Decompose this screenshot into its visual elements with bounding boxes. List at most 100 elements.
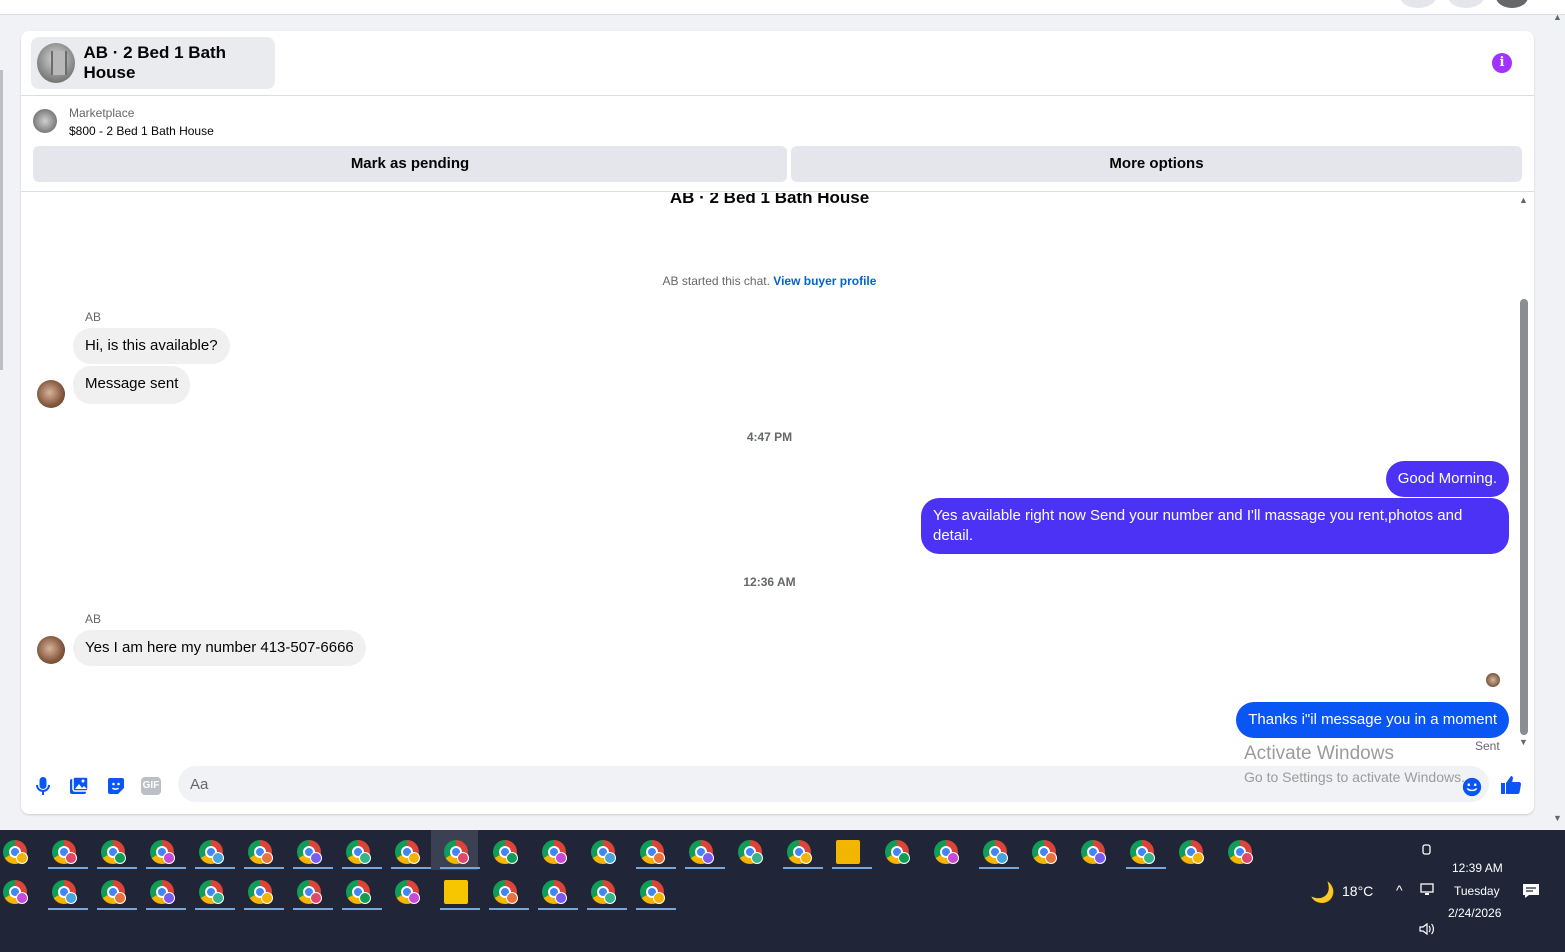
- chat-window: AB · 2 Bed 1 Bath House i Marketplace $8…: [21, 31, 1534, 814]
- chrome-taskbar-icon[interactable]: [493, 880, 518, 904]
- speaker-icon[interactable]: [1418, 922, 1436, 936]
- chrome-taskbar-icon[interactable]: [640, 880, 665, 904]
- top-icon-button[interactable]: [1400, 0, 1436, 8]
- chrome-taskbar-icon[interactable]: [689, 840, 714, 864]
- sender-name: AB: [85, 310, 102, 324]
- chrome-taskbar-icon[interactable]: [199, 880, 224, 904]
- sticky-notes-icon[interactable]: [444, 880, 468, 904]
- chrome-taskbar-icon[interactable]: [3, 840, 28, 864]
- listing-name: $800 - 2 Bed 1 Bath House: [69, 124, 214, 138]
- taskbar-running-indicator: [342, 908, 382, 910]
- top-icon-button[interactable]: [1448, 0, 1484, 8]
- message-thread: AB · 2 Bed 1 Bath House AB started this …: [21, 193, 1534, 763]
- thread-title: AB · 2 Bed 1 Bath House: [669, 193, 870, 207]
- notifications-icon[interactable]: [1522, 883, 1540, 899]
- message-bubble-outgoing[interactable]: Good Morning.: [1385, 461, 1509, 497]
- chrome-taskbar-icon[interactable]: [738, 840, 763, 864]
- taskbar-running-indicator: [636, 908, 676, 910]
- taskbar-running-indicator: [293, 908, 333, 910]
- mark-as-pending-button[interactable]: Mark as pending: [33, 146, 787, 182]
- view-buyer-profile-link[interactable]: View buyer profile: [773, 274, 876, 288]
- chat-started-notice: AB started this chat. View buyer profile: [21, 274, 1518, 288]
- chrome-taskbar-icon[interactable]: [297, 880, 322, 904]
- message-bubble-incoming[interactable]: Message sent: [73, 366, 191, 404]
- message-composer: GIF Activate Windows Go to Settings to a…: [21, 743, 1534, 814]
- taskbar-running-indicator: [146, 867, 186, 869]
- chrome-taskbar-icon[interactable]: [542, 880, 567, 904]
- taskbar-running-indicator: [832, 867, 872, 869]
- taskbar-running-indicator: [342, 867, 382, 869]
- chrome-taskbar-icon[interactable]: [150, 840, 175, 864]
- sender-avatar[interactable]: [37, 380, 65, 408]
- chrome-taskbar-icon[interactable]: [542, 840, 567, 864]
- chrome-taskbar-icon[interactable]: [52, 840, 77, 864]
- chrome-taskbar-icon[interactable]: [248, 880, 273, 904]
- chrome-taskbar-icon[interactable]: [395, 880, 420, 904]
- taskbar-running-indicator: [440, 867, 480, 869]
- chrome-taskbar-icon[interactable]: [787, 840, 812, 864]
- chrome-taskbar-icon[interactable]: [150, 880, 175, 904]
- thread-scrollbar[interactable]: ▲ ▼: [1518, 193, 1530, 753]
- clock-day[interactable]: Tuesday: [1454, 884, 1500, 898]
- taskbar-running-indicator: [48, 867, 88, 869]
- listing-small-thumbnail: [33, 109, 57, 133]
- watermark-title: Activate Windows: [1244, 743, 1394, 764]
- meet-now-icon[interactable]: [1420, 842, 1434, 858]
- chrome-taskbar-icon[interactable]: [640, 840, 665, 864]
- chrome-taskbar-icon[interactable]: [346, 840, 371, 864]
- sender-avatar[interactable]: [37, 636, 65, 664]
- chrome-taskbar-icon[interactable]: [444, 840, 469, 864]
- page-scrollbar[interactable]: ▲ ▼: [1549, 12, 1565, 830]
- microphone-icon[interactable]: [31, 774, 55, 798]
- more-options-button[interactable]: More options: [791, 146, 1522, 182]
- clock-time[interactable]: 12:39 AM: [1452, 861, 1503, 875]
- chrome-taskbar-icon[interactable]: [101, 840, 126, 864]
- chrome-taskbar-icon[interactable]: [1130, 840, 1155, 864]
- chrome-taskbar-icon[interactable]: [101, 880, 126, 904]
- message-bubble-outgoing[interactable]: Thanks i"il message you in a moment: [1236, 702, 1509, 738]
- taskbar-running-indicator: [293, 867, 333, 869]
- taskbar-running-indicator: [979, 867, 1019, 869]
- chrome-taskbar-icon[interactable]: [1032, 840, 1057, 864]
- chrome-taskbar-icon[interactable]: [346, 880, 371, 904]
- scrollbar-thumb[interactable]: [1520, 299, 1528, 735]
- file-explorer-icon[interactable]: [836, 840, 860, 864]
- chrome-taskbar-icon[interactable]: [885, 840, 910, 864]
- taskbar-running-indicator: [146, 908, 186, 910]
- chrome-taskbar-icon[interactable]: [395, 840, 420, 864]
- chrome-taskbar-icon[interactable]: [1228, 840, 1253, 864]
- account-avatar[interactable]: [1496, 0, 1528, 8]
- weather-temperature[interactable]: 18°C: [1342, 883, 1373, 899]
- gif-icon[interactable]: GIF: [141, 777, 161, 795]
- message-status: Sent: [1475, 739, 1500, 753]
- chrome-taskbar-icon[interactable]: [3, 880, 28, 904]
- thumbs-up-icon[interactable]: [1499, 773, 1523, 797]
- clock-date[interactable]: 2/24/2026: [1448, 906, 1501, 920]
- sender-name: AB: [85, 612, 102, 626]
- conversation-title-button[interactable]: AB · 2 Bed 1 Bath House: [31, 37, 275, 89]
- chrome-taskbar-icon[interactable]: [199, 840, 224, 864]
- taskbar-running-indicator: [391, 867, 431, 869]
- chrome-taskbar-icon[interactable]: [52, 880, 77, 904]
- chrome-taskbar-icon[interactable]: [591, 840, 616, 864]
- left-scroll-edge: [0, 70, 3, 370]
- emoji-icon[interactable]: [1461, 776, 1483, 798]
- chevron-up-icon[interactable]: ^: [1396, 882, 1403, 898]
- message-bubble-incoming[interactable]: Yes I am here my number 413-507-6666: [73, 630, 366, 666]
- chrome-taskbar-icon[interactable]: [1081, 840, 1106, 864]
- chrome-taskbar-icon[interactable]: [297, 840, 322, 864]
- chrome-taskbar-icon[interactable]: [591, 880, 616, 904]
- sticker-icon[interactable]: [104, 774, 128, 798]
- info-icon[interactable]: i: [1492, 53, 1512, 73]
- chrome-taskbar-icon[interactable]: [493, 840, 518, 864]
- message-bubble-outgoing[interactable]: Yes available right now Send your number…: [921, 498, 1509, 554]
- network-icon[interactable]: [1419, 883, 1435, 897]
- chrome-taskbar-icon[interactable]: [1179, 840, 1204, 864]
- photo-icon[interactable]: [67, 774, 91, 798]
- taskbar-running-indicator: [489, 908, 529, 910]
- watermark-subtitle: Go to Settings to activate Windows.: [1244, 769, 1465, 785]
- chrome-taskbar-icon[interactable]: [248, 840, 273, 864]
- message-bubble-incoming[interactable]: Hi, is this available?: [73, 328, 230, 364]
- chrome-taskbar-icon[interactable]: [983, 840, 1008, 864]
- chrome-taskbar-icon[interactable]: [934, 840, 959, 864]
